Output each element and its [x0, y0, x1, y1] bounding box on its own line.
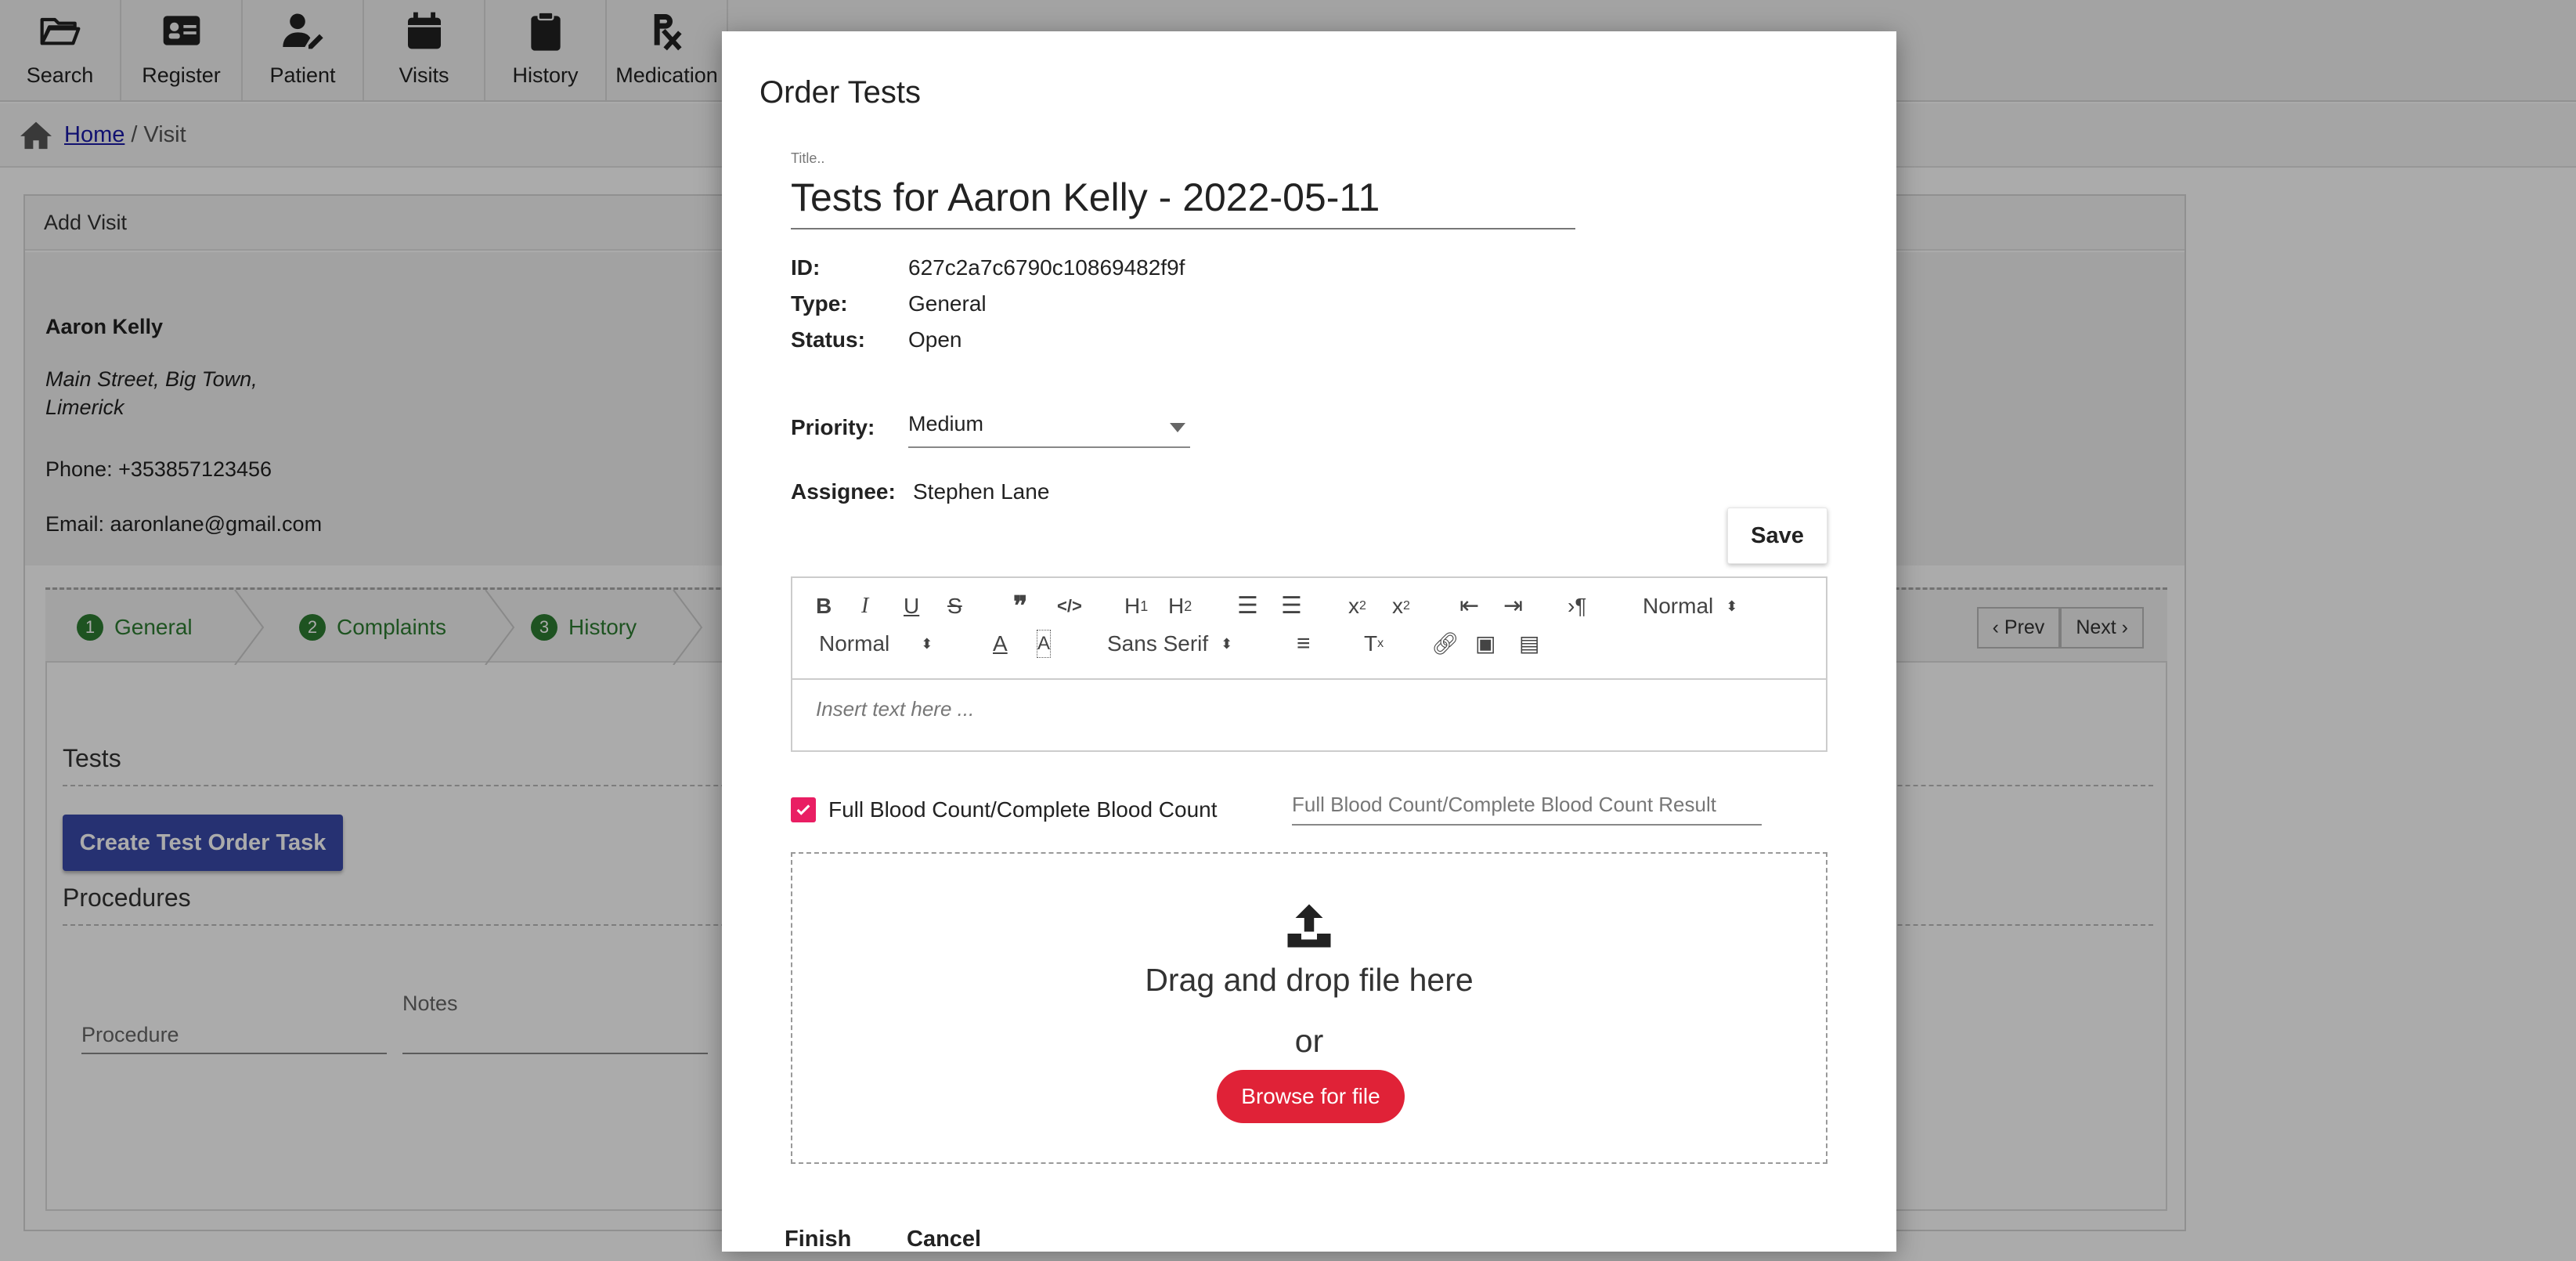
test-result-input[interactable]: Full Blood Count/Complete Blood Count Re… — [1292, 793, 1762, 826]
code-block-icon[interactable]: </> — [1057, 592, 1082, 620]
bold-icon[interactable]: B — [816, 592, 832, 620]
blockquote-icon[interactable]: ❞ — [1013, 592, 1027, 620]
font-select[interactable]: Sans Serif ⬍ — [1107, 630, 1232, 658]
order-tests-modal: Order Tests Title.. Tests for Aaron Kell… — [722, 31, 1896, 1252]
caret-down-icon — [1170, 423, 1185, 432]
finish-button[interactable]: Finish — [785, 1227, 851, 1252]
video-icon[interactable]: ▤ — [1519, 630, 1539, 658]
outdent-icon[interactable]: ⇤ — [1459, 592, 1479, 620]
heading2-icon[interactable]: H2 — [1168, 592, 1192, 620]
link-icon[interactable]: 🔗︎ — [1431, 630, 1459, 658]
priority-value: Medium — [908, 412, 984, 435]
title-input[interactable]: Tests for Aaron Kelly - 2022-05-11 — [791, 170, 1575, 229]
strikethrough-icon[interactable]: S — [947, 592, 962, 620]
indent-icon[interactable]: ⇥ — [1503, 592, 1523, 620]
clear-format-icon[interactable]: Tx — [1364, 630, 1384, 658]
editor-content[interactable]: Insert text here ... — [816, 697, 974, 721]
status-label: Status: — [791, 327, 865, 352]
upload-icon — [1287, 904, 1331, 948]
id-value: 627c2a7c6790c10869482f9f — [908, 255, 1185, 280]
type-label: Type: — [791, 291, 848, 316]
bullet-list-icon[interactable]: ☰ — [1281, 592, 1302, 620]
editor-toolbar: B I U S ❞ </> H1 H2 ☰ ☰ x2 x2 ⇤ ⇥ ›¶ Nor… — [792, 578, 1826, 680]
assignee-label: Assignee: — [791, 479, 896, 504]
title-field-label: Title.. — [791, 150, 825, 166]
type-row: Type: General — [791, 291, 987, 316]
id-row: ID: 627c2a7c6790c10869482f9f — [791, 255, 1185, 280]
superscript-icon[interactable]: x2 — [1392, 592, 1410, 620]
title-field[interactable]: Title.. Tests for Aaron Kelly - 2022-05-… — [791, 150, 1575, 229]
background-color-icon[interactable]: A — [1037, 630, 1052, 658]
checkmark-icon — [796, 804, 810, 815]
image-icon[interactable]: ▣ — [1475, 630, 1495, 658]
cancel-button[interactable]: Cancel — [907, 1227, 981, 1252]
modal-title: Order Tests — [759, 75, 921, 110]
ordered-list-icon[interactable]: ☰ — [1237, 592, 1258, 620]
up-down-icon: ⬍ — [1726, 598, 1738, 614]
rich-text-editor: B I U S ❞ </> H1 H2 ☰ ☰ x2 x2 ⇤ ⇥ ›¶ Nor… — [791, 576, 1827, 752]
italic-icon[interactable]: I — [861, 592, 868, 620]
heading1-icon[interactable]: H1 — [1124, 592, 1148, 620]
size-select[interactable]: Normal ⬍ — [819, 630, 933, 658]
size-select-value: Normal — [819, 631, 890, 656]
browse-file-button[interactable]: Browse for file — [1217, 1070, 1405, 1123]
file-dropzone[interactable]: Drag and drop file here or Browse for fi… — [791, 852, 1827, 1164]
assignee-value: Stephen Lane — [913, 479, 1050, 504]
id-label: ID: — [791, 255, 821, 280]
priority-row: Priority: — [791, 415, 908, 440]
up-down-icon: ⬍ — [1221, 636, 1233, 652]
font-select-value: Sans Serif — [1107, 631, 1209, 656]
status-value: Open — [908, 327, 962, 352]
text-direction-icon[interactable]: ›¶ — [1568, 592, 1586, 620]
type-value: General — [908, 291, 987, 316]
priority-select[interactable]: Medium — [908, 412, 1190, 448]
header-select-value: Normal — [1643, 594, 1714, 618]
up-down-icon: ⬍ — [921, 636, 933, 652]
save-button[interactable]: Save — [1727, 508, 1827, 564]
priority-label: Priority: — [791, 415, 875, 439]
underline-icon[interactable]: U — [904, 592, 919, 620]
align-icon[interactable]: ≡ — [1297, 630, 1311, 658]
subscript-icon[interactable]: x2 — [1348, 592, 1366, 620]
drag-drop-text: Drag and drop file here — [1145, 962, 1474, 998]
test-checkbox[interactable] — [791, 797, 816, 822]
status-row: Status: Open — [791, 327, 962, 352]
assignee-row: Assignee: Stephen Lane — [791, 479, 1049, 504]
test-label: Full Blood Count/Complete Blood Count — [828, 797, 1218, 822]
text-color-icon[interactable]: A — [993, 630, 1008, 658]
or-text: or — [1294, 1023, 1324, 1059]
header-select[interactable]: Normal ⬍ — [1643, 592, 1737, 620]
